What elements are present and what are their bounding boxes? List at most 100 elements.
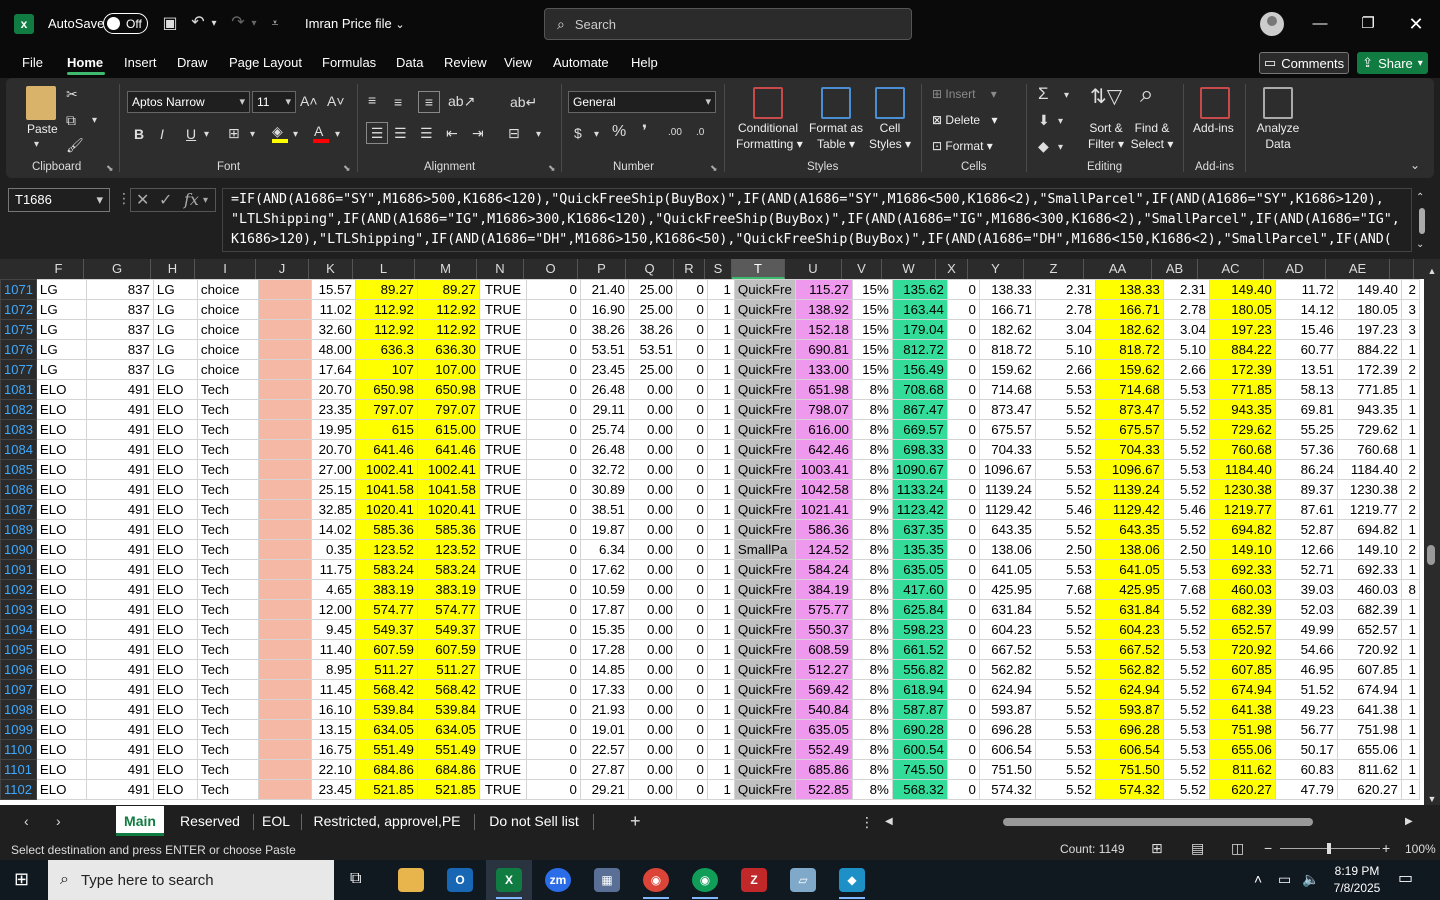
cell[interactable]: 1 <box>1400 739 1420 760</box>
cell[interactable]: 837 <box>85 319 154 340</box>
cell[interactable]: 8% <box>851 779 893 800</box>
cell[interactable]: QuickFre <box>733 519 796 540</box>
cell[interactable]: ELO <box>35 459 87 480</box>
cell[interactable]: 0 <box>946 679 980 700</box>
cell[interactable]: 0 <box>675 579 708 600</box>
cell[interactable]: TRUE <box>478 279 527 300</box>
cell[interactable] <box>257 419 312 440</box>
cell[interactable]: 684.86 <box>416 759 480 780</box>
cell[interactable]: 491 <box>85 579 154 600</box>
find-select-button[interactable]: Find & Select ▾ <box>1130 120 1174 152</box>
cell[interactable]: 550.37 <box>794 619 853 640</box>
cell[interactable]: 0 <box>525 359 581 380</box>
cell[interactable]: QuickFre <box>733 759 796 780</box>
chevron-down-icon[interactable]: ▾ <box>594 126 599 144</box>
fill-icon[interactable]: ⬇ <box>1038 111 1050 129</box>
cell[interactable]: 22.57 <box>579 739 629 760</box>
excel-taskbar-icon[interactable]: X <box>496 868 522 892</box>
launcher-icon[interactable]: ⬊ <box>710 163 718 174</box>
cell[interactable]: 1139.24 <box>1094 479 1164 500</box>
cell[interactable]: 624.94 <box>978 679 1036 700</box>
comments-button[interactable]: ▭ Comments <box>1259 52 1349 74</box>
cell[interactable]: 0 <box>525 399 581 420</box>
cell[interactable]: 760.68 <box>1208 439 1276 460</box>
file-name[interactable]: Imran Price file ⌄ <box>305 16 405 31</box>
cell[interactable]: 798.07 <box>794 399 853 420</box>
cell[interactable]: 2.66 <box>1162 359 1210 380</box>
cell[interactable] <box>257 499 312 520</box>
chrome-profile-icon[interactable]: ◉ <box>692 868 718 892</box>
cell[interactable]: 32.60 <box>310 319 356 340</box>
menu-formulas[interactable]: Formulas <box>322 55 376 70</box>
cell[interactable]: ELO <box>152 539 198 560</box>
cell[interactable]: 0 <box>946 539 980 560</box>
cell[interactable]: 27.87 <box>579 759 629 780</box>
cell[interactable]: 3.04 <box>1162 319 1210 340</box>
chevron-down-icon[interactable]: ▾ <box>92 112 97 130</box>
cell[interactable]: 25.00 <box>627 299 677 320</box>
cell[interactable]: 0.00 <box>627 659 677 680</box>
windows-start-icon[interactable]: ⊞ <box>14 870 29 888</box>
cell[interactable]: 182.62 <box>1094 319 1164 340</box>
cell[interactable]: 491 <box>85 639 154 660</box>
cell[interactable]: 1 <box>1400 599 1420 620</box>
cell[interactable]: 51.52 <box>1274 679 1338 700</box>
cell[interactable]: ELO <box>35 399 87 420</box>
cell[interactable]: 0.00 <box>627 479 677 500</box>
cell[interactable]: 1 <box>706 619 735 640</box>
cell[interactable]: 539.84 <box>416 699 480 720</box>
cell[interactable]: 811.62 <box>1208 759 1276 780</box>
customize-qat-icon[interactable]: ⩡ <box>268 13 282 33</box>
cell[interactable]: 0 <box>525 539 581 560</box>
cell[interactable]: 1 <box>706 339 735 360</box>
cell[interactable]: 491 <box>85 599 154 620</box>
cell[interactable]: 0.00 <box>627 739 677 760</box>
cell[interactable]: 2 <box>1400 539 1420 560</box>
cell[interactable]: 12.66 <box>1274 539 1338 560</box>
cell[interactable]: 23.35 <box>310 399 356 420</box>
cell[interactable]: 1 <box>1400 639 1420 660</box>
cell[interactable]: 539.84 <box>354 699 418 720</box>
cell[interactable]: 180.05 <box>1336 299 1402 320</box>
cell[interactable]: 1 <box>706 499 735 520</box>
cell[interactable]: 575.77 <box>794 599 853 620</box>
cell[interactable]: 15.46 <box>1274 319 1338 340</box>
cell[interactable]: Tech <box>196 659 259 680</box>
cell[interactable]: ELO <box>35 379 87 400</box>
cell[interactable]: 634.05 <box>416 719 480 740</box>
cell[interactable]: 0 <box>675 279 708 300</box>
cell[interactable]: LG <box>152 299 198 320</box>
cell[interactable]: ELO <box>152 579 198 600</box>
cell[interactable]: 1 <box>1400 619 1420 640</box>
cell[interactable]: 491 <box>85 379 154 400</box>
cell[interactable]: QuickFre <box>733 399 796 420</box>
cell[interactable]: 1 <box>1400 699 1420 720</box>
cell[interactable]: 652.57 <box>1336 619 1402 640</box>
cell[interactable] <box>257 379 312 400</box>
cell[interactable]: Tech <box>196 619 259 640</box>
fill-color-icon[interactable]: ◈ <box>272 122 283 140</box>
row-number[interactable]: 1075 <box>0 319 37 340</box>
cell[interactable]: 669.57 <box>891 419 948 440</box>
row-number[interactable]: 1094 <box>0 619 37 640</box>
cell[interactable]: 491 <box>85 679 154 700</box>
column-header-y[interactable]: Y <box>968 259 1024 279</box>
menu-draw[interactable]: Draw <box>177 55 207 70</box>
cell[interactable]: TRUE <box>478 639 527 660</box>
cell[interactable]: 5.52 <box>1162 659 1210 680</box>
cell[interactable]: 0 <box>675 719 708 740</box>
cell[interactable]: 5.46 <box>1162 499 1210 520</box>
cell[interactable]: 112.92 <box>416 299 480 320</box>
chrome-icon[interactable]: ◉ <box>643 868 669 892</box>
cell[interactable]: 720.92 <box>1336 639 1402 660</box>
cell[interactable]: 5.52 <box>1162 519 1210 540</box>
cell[interactable]: 21.93 <box>579 699 629 720</box>
cell[interactable]: 1 <box>706 739 735 760</box>
cell[interactable]: 0 <box>525 499 581 520</box>
cell[interactable]: 1 <box>706 579 735 600</box>
cell[interactable]: ELO <box>152 739 198 760</box>
cell[interactable]: 8% <box>851 579 893 600</box>
cell[interactable]: 635.05 <box>891 559 948 580</box>
align-top-icon[interactable]: ≡ <box>368 91 376 109</box>
sheet-tab-reserved[interactable]: Reserved <box>174 806 246 836</box>
